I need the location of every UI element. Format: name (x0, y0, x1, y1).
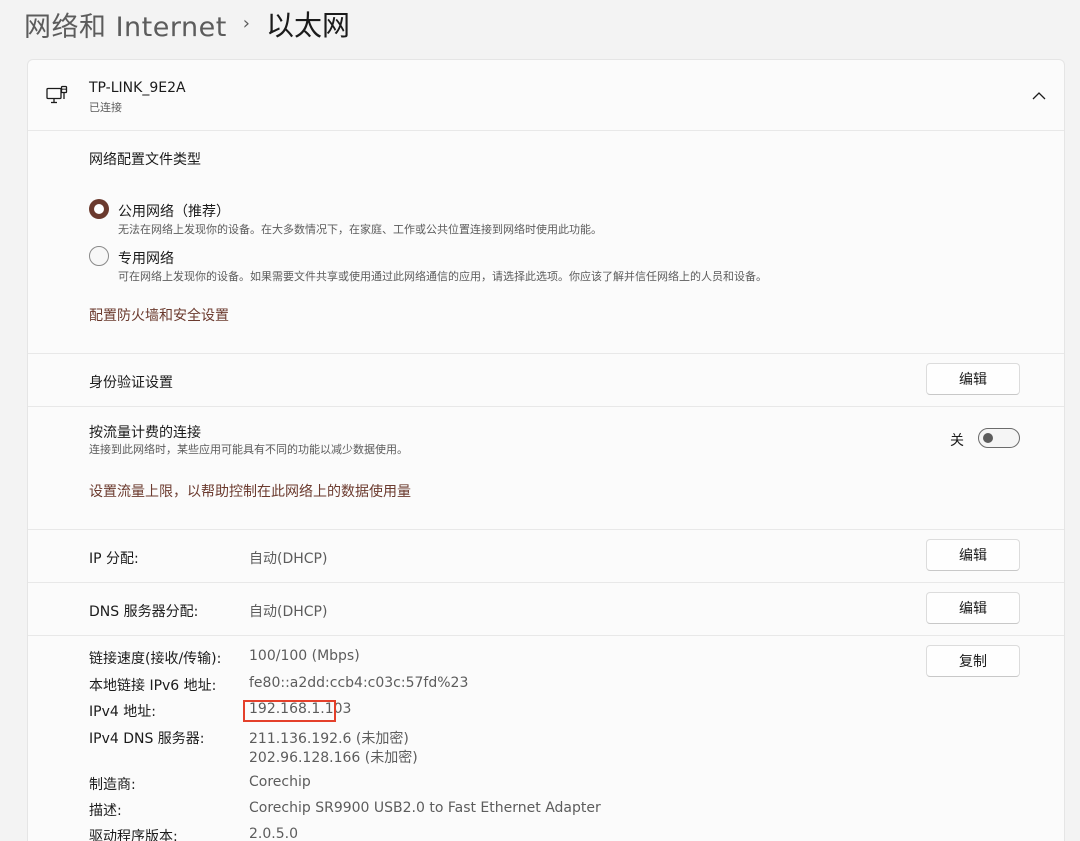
ip-assignment-edit-button[interactable]: 编辑 (926, 539, 1020, 571)
adapter-header[interactable]: TP-LINK_9E2A 已连接 (28, 60, 1064, 130)
breadcrumb: 网络和 Internet › 以太网 (24, 4, 350, 44)
divider (28, 529, 1064, 530)
ip-assignment-value: 自动(DHCP) (249, 551, 328, 567)
chevron-up-icon[interactable] (1029, 87, 1049, 103)
auth-edit-button[interactable]: 编辑 (926, 363, 1020, 395)
metered-toggle-state: 关 (950, 433, 964, 449)
data-limit-link[interactable]: 设置流量上限，以帮助控制在此网络上的数据使用量 (89, 481, 411, 501)
ip-assignment-label: IP 分配: (89, 551, 139, 567)
breadcrumb-separator: › (242, 12, 250, 34)
dns-assignment-value: 自动(DHCP) (249, 604, 328, 620)
divider (28, 353, 1064, 354)
public-network-label[interactable]: 公用网络（推荐） (118, 201, 230, 221)
ipv4-dns-value-secondary: 202.96.128.166 (未加密) (249, 750, 418, 766)
metered-connection-toggle[interactable] (978, 428, 1020, 448)
ipv4-address-label: IPv4 地址: (89, 704, 156, 720)
driver-version-value: 2.0.5.0 (249, 826, 298, 841)
ethernet-settings-page: 网络和 Internet › 以太网 TP-LINK_9E2A 已连接 网络配置… (0, 0, 1080, 841)
radio-private-network[interactable] (89, 246, 109, 266)
radio-public-network[interactable] (89, 199, 109, 219)
private-network-description: 可在网络上发现你的设备。如果需要文件共享或使用通过此网络通信的应用，请选择此选项… (118, 270, 767, 283)
ipv6-address-value: fe80::a2dd:ccb4:c03c:57fd%23 (249, 675, 469, 691)
toggle-knob (983, 433, 993, 443)
divider (28, 130, 1064, 131)
driver-version-label: 驱动程序版本: (89, 829, 178, 841)
ipv4-dns-value-primary: 211.136.192.6 (未加密) (249, 731, 409, 747)
dns-assignment-label: DNS 服务器分配: (89, 604, 199, 620)
link-speed-value: 100/100 (Mbps) (249, 648, 360, 664)
ethernet-adapter-card: TP-LINK_9E2A 已连接 网络配置文件类型 公用网络（推荐） 无法在网络… (27, 59, 1065, 841)
description-label: 描述: (89, 803, 122, 819)
metered-connection-description: 连接到此网络时，某些应用可能具有不同的功能以减少数据使用。 (89, 443, 408, 456)
divider (28, 582, 1064, 583)
copy-properties-button[interactable]: 复制 (926, 645, 1020, 677)
page-title: 以太网 (266, 9, 351, 42)
adapter-name: TP-LINK_9E2A (89, 80, 186, 96)
divider (28, 406, 1064, 407)
ipv4-dns-label: IPv4 DNS 服务器: (89, 731, 205, 747)
dns-assignment-edit-button[interactable]: 编辑 (926, 592, 1020, 624)
divider (28, 635, 1064, 636)
public-network-description: 无法在网络上发现你的设备。在大多数情况下，在家庭、工作或公共位置连接到网络时使用… (118, 223, 602, 236)
private-network-label[interactable]: 专用网络 (118, 248, 174, 268)
ethernet-monitor-icon (45, 84, 69, 108)
ipv4-highlight-box (243, 700, 336, 722)
manufacturer-value: Corechip (249, 774, 311, 790)
link-speed-label: 链接速度(接收/传输): (89, 651, 222, 667)
auth-settings-label: 身份验证设置 (89, 375, 173, 391)
profile-type-title: 网络配置文件类型 (89, 152, 201, 168)
ipv6-address-label: 本地链接 IPv6 地址: (89, 678, 217, 694)
firewall-security-link[interactable]: 配置防火墙和安全设置 (89, 305, 229, 325)
metered-connection-label: 按流量计费的连接 (89, 425, 201, 441)
adapter-status: 已连接 (89, 101, 122, 114)
manufacturer-label: 制造商: (89, 777, 136, 793)
breadcrumb-network-internet[interactable]: 网络和 Internet (24, 5, 227, 44)
description-value: Corechip SR9900 USB2.0 to Fast Ethernet … (249, 800, 601, 816)
